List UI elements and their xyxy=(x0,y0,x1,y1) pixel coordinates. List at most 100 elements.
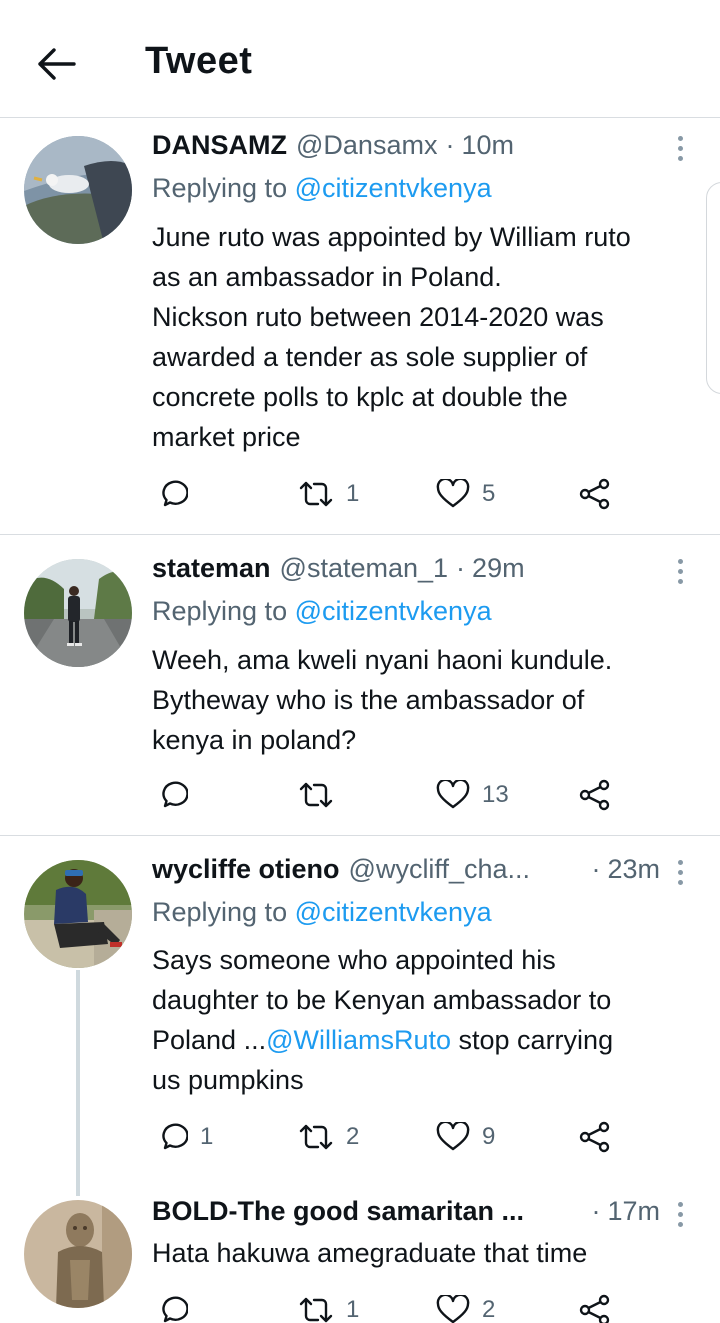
share-button[interactable] xyxy=(578,1115,612,1159)
page-title: Tweet xyxy=(145,40,253,82)
reply-button[interactable]: 1 xyxy=(156,1115,213,1159)
share-button[interactable] xyxy=(578,1288,612,1323)
reply-icon xyxy=(162,480,188,507)
heart-icon xyxy=(436,1122,470,1151)
more-vertical-icon xyxy=(677,558,683,564)
heart-icon xyxy=(436,479,470,508)
reply-button[interactable] xyxy=(156,1288,200,1323)
display-name[interactable]: wycliffe otieno xyxy=(152,854,340,885)
tweet-header: wycliffe otieno @wycliff_cha... · 23m xyxy=(152,854,660,890)
text-segment: stop carrying xyxy=(451,1025,614,1055)
more-vertical-icon xyxy=(677,1201,683,1207)
separator: · xyxy=(445,130,455,160)
more-options-button[interactable] xyxy=(670,854,690,890)
mention-link[interactable]: @citizentvkenya xyxy=(295,173,492,203)
replying-to: Replying to @citizentvkenya xyxy=(152,596,492,627)
text-line: daughter to be Kenyan ambassador to xyxy=(152,985,612,1015)
tweet-actions: 1 2 9 xyxy=(152,1115,672,1159)
tweet-header: stateman @stateman_1 · 29m xyxy=(152,553,660,589)
retweet-icon xyxy=(299,481,333,507)
display-name[interactable]: DANSAMZ xyxy=(152,130,287,161)
share-icon xyxy=(579,1121,610,1153)
mention-link[interactable]: @WilliamsRuto xyxy=(266,1025,451,1055)
tweet-reply[interactable]: wycliffe otieno @wycliff_cha... · 23m Re… xyxy=(0,836,720,1196)
tweet-reply[interactable]: DANSAMZ @Dansamx · 10m Replying to @citi… xyxy=(0,118,720,534)
user-handle[interactable]: @wycliff_cha... xyxy=(349,854,530,885)
share-button[interactable] xyxy=(578,472,612,516)
retweet-button[interactable] xyxy=(298,773,346,817)
text-line: as an ambassador in Poland. xyxy=(152,262,502,292)
text-line: us pumpkins xyxy=(152,1065,304,1095)
timestamp[interactable]: 17m xyxy=(607,1196,660,1227)
text-line: awarded a tender as sole supplier of xyxy=(152,342,588,372)
avatar[interactable] xyxy=(24,559,132,667)
text-line: kenya in poland? xyxy=(152,725,357,755)
more-options-button[interactable] xyxy=(670,1196,690,1232)
replying-to: Replying to @citizentvkenya xyxy=(152,173,492,204)
arrow-left-icon xyxy=(38,48,76,80)
retweet-button[interactable]: 1 xyxy=(298,1288,359,1323)
like-count: 9 xyxy=(482,1123,496,1150)
more-options-button[interactable] xyxy=(670,553,690,589)
tweet-reply[interactable]: stateman @stateman_1 · 29m Replying to @… xyxy=(0,535,720,835)
retweet-button[interactable]: 2 xyxy=(298,1115,359,1159)
top-app-bar: Tweet xyxy=(0,0,720,118)
text-line: Weeh, ama kweli nyani haoni kundule. xyxy=(152,645,613,675)
more-options-button[interactable] xyxy=(670,130,690,166)
avatar-photo xyxy=(24,559,132,667)
avatar-photo xyxy=(24,860,132,968)
timestamp[interactable]: 10m xyxy=(461,130,514,161)
text-line: Says someone who appointed his xyxy=(152,945,556,975)
retweet-icon xyxy=(299,1124,333,1150)
like-button[interactable]: 5 xyxy=(436,472,495,516)
retweet-button[interactable]: 1 xyxy=(298,472,359,516)
like-button[interactable]: 2 xyxy=(436,1288,495,1323)
display-name[interactable]: stateman xyxy=(152,553,271,584)
retweet-count: 1 xyxy=(346,1296,360,1323)
retweet-icon xyxy=(299,1297,333,1323)
like-button[interactable]: 9 xyxy=(436,1115,495,1159)
text-line: Poland ...@WilliamsRuto stop carrying xyxy=(152,1020,692,1060)
heart-icon xyxy=(436,1295,470,1323)
like-count: 13 xyxy=(482,781,509,808)
text-line: June ruto was appointed by William ruto xyxy=(152,222,631,252)
retweet-count: 1 xyxy=(346,480,360,507)
text-line: market price xyxy=(152,422,301,452)
reply-icon xyxy=(162,1123,188,1150)
separator: · xyxy=(591,1196,601,1226)
replying-to: Replying to @citizentvkenya xyxy=(152,897,492,928)
text-line: Hata hakuwa amegraduate that time xyxy=(152,1238,588,1268)
heart-icon xyxy=(436,780,470,809)
replying-prefix: Replying to xyxy=(152,173,295,203)
timestamp[interactable]: 23m xyxy=(607,854,660,885)
reply-button[interactable] xyxy=(156,472,200,516)
avatar-photo xyxy=(24,1200,132,1308)
share-icon xyxy=(579,1294,610,1323)
reply-count: 1 xyxy=(200,1123,214,1150)
mention-link[interactable]: @citizentvkenya xyxy=(295,897,492,927)
tweet-actions: 1 5 xyxy=(152,472,672,516)
text-line: Bytheway who is the ambassador of xyxy=(152,685,585,715)
text-line: Nickson ruto between 2014-2020 was xyxy=(152,302,604,332)
more-vertical-icon xyxy=(677,859,683,865)
share-icon xyxy=(579,478,610,510)
mention-link[interactable]: @citizentvkenya xyxy=(295,596,492,626)
display-name[interactable]: BOLD-The good samaritan ... xyxy=(152,1196,524,1227)
tweet-text: Says someone who appointed his daughter … xyxy=(152,940,692,1100)
back-button[interactable] xyxy=(34,42,78,86)
share-button[interactable] xyxy=(578,773,612,817)
avatar[interactable] xyxy=(24,1200,132,1308)
timestamp[interactable]: 29m xyxy=(472,553,525,584)
tweet-actions: 1 2 xyxy=(152,1288,672,1323)
text-segment: Poland ... xyxy=(152,1025,267,1055)
more-vertical-icon xyxy=(677,135,683,141)
tweet-reply[interactable]: BOLD-The good samaritan ... · 17m Hata h… xyxy=(0,1196,720,1323)
avatar[interactable] xyxy=(24,136,132,244)
avatar[interactable] xyxy=(24,860,132,968)
replying-prefix: Replying to xyxy=(152,897,295,927)
reply-button[interactable] xyxy=(156,773,200,817)
separator: · xyxy=(456,553,466,583)
user-handle[interactable]: @stateman_1 xyxy=(280,553,449,584)
like-button[interactable]: 13 xyxy=(436,773,509,817)
user-handle[interactable]: @Dansamx xyxy=(296,130,437,161)
